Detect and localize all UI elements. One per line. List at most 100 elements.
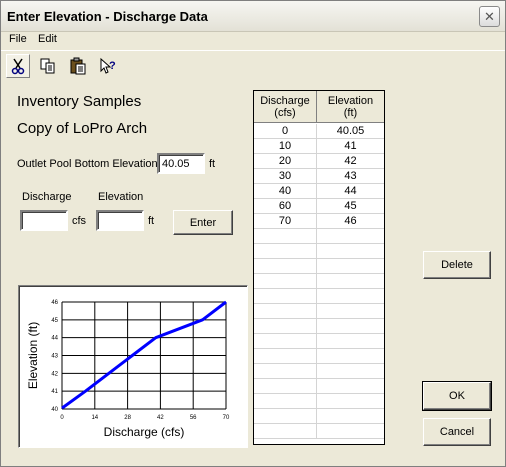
- discharge-cell[interactable]: [254, 379, 317, 394]
- elevation-cell[interactable]: [317, 424, 384, 439]
- discharge-cell[interactable]: [254, 229, 317, 244]
- scissors-icon: [11, 58, 25, 75]
- table-row[interactable]: [254, 244, 384, 259]
- elevation-cell[interactable]: 46: [317, 214, 384, 229]
- table-row[interactable]: 20 42: [254, 154, 384, 169]
- table-row[interactable]: [254, 229, 384, 244]
- discharge-cell[interactable]: [254, 424, 317, 439]
- menu-bar: File Edit: [1, 32, 505, 48]
- elevation-column-header[interactable]: Elevation (ft): [317, 91, 384, 123]
- discharge-cell[interactable]: 20: [254, 154, 317, 169]
- discharge-cell[interactable]: 10: [254, 139, 317, 154]
- discharge-header-title: Discharge: [260, 95, 310, 107]
- elevation-unit: ft: [148, 215, 155, 227]
- discharge-elevation-table[interactable]: Discharge (cfs) Elevation (ft) 0 40.05 10 4…: [253, 90, 385, 445]
- y-tick-label: 43: [51, 354, 58, 360]
- elevation-cell[interactable]: 41: [317, 139, 384, 154]
- elevation-cell[interactable]: [317, 259, 384, 274]
- table-row[interactable]: [254, 334, 384, 349]
- table-row[interactable]: [254, 304, 384, 319]
- elevation-input[interactable]: [96, 210, 144, 231]
- paste-button[interactable]: [66, 54, 90, 78]
- elevation-cell[interactable]: 40.05: [317, 124, 384, 139]
- table-row[interactable]: [254, 364, 384, 379]
- table-header: Discharge (cfs) Elevation (ft): [254, 91, 384, 123]
- discharge-cell[interactable]: [254, 334, 317, 349]
- table-row[interactable]: [254, 259, 384, 274]
- elevation-cell[interactable]: [317, 364, 384, 379]
- discharge-cell[interactable]: 0: [254, 124, 317, 139]
- y-tick-label: 45: [51, 318, 58, 324]
- elevation-cell[interactable]: [317, 394, 384, 409]
- help-icon: ?: [100, 57, 116, 74]
- table-row[interactable]: [254, 274, 384, 289]
- cancel-button[interactable]: Cancel: [423, 418, 491, 446]
- table-row[interactable]: 0 40.05: [254, 124, 384, 139]
- discharge-label: Discharge: [22, 191, 72, 203]
- copy-icon: [40, 58, 55, 74]
- discharge-cell[interactable]: [254, 244, 317, 259]
- elevation-cell[interactable]: [317, 244, 384, 259]
- elevation-cell[interactable]: [317, 319, 384, 334]
- discharge-cell[interactable]: [254, 364, 317, 379]
- table-row[interactable]: [254, 379, 384, 394]
- elevation-cell[interactable]: [317, 409, 384, 424]
- outlet-elevation-label: Outlet Pool Bottom Elevation:: [17, 158, 161, 170]
- title-bar[interactable]: Enter Elevation - Discharge Data ✕: [1, 1, 505, 32]
- discharge-cell[interactable]: 30: [254, 169, 317, 184]
- table-row[interactable]: 40 44: [254, 184, 384, 199]
- ok-button[interactable]: OK: [422, 381, 492, 411]
- discharge-cell[interactable]: [254, 394, 317, 409]
- elevation-cell[interactable]: [317, 289, 384, 304]
- table-row[interactable]: 60 45: [254, 199, 384, 214]
- table-row[interactable]: 10 41: [254, 139, 384, 154]
- table-row[interactable]: 30 43: [254, 169, 384, 184]
- toolbar: ?: [1, 50, 505, 80]
- x-tick-label: 70: [223, 415, 230, 421]
- elevation-cell[interactable]: 45: [317, 199, 384, 214]
- table-row[interactable]: [254, 424, 384, 439]
- paste-icon: [70, 57, 86, 75]
- discharge-unit: cfs: [72, 215, 87, 227]
- menu-file[interactable]: File: [9, 33, 27, 45]
- discharge-cell[interactable]: [254, 259, 317, 274]
- elevation-cell[interactable]: [317, 334, 384, 349]
- table-row[interactable]: [254, 289, 384, 304]
- discharge-cell[interactable]: [254, 289, 317, 304]
- x-tick-label: 56: [190, 415, 197, 421]
- delete-button-label: Delete: [441, 259, 473, 271]
- elevation-cell[interactable]: [317, 229, 384, 244]
- menu-edit[interactable]: Edit: [38, 33, 57, 45]
- x-tick-label: 28: [124, 415, 131, 421]
- cut-button[interactable]: [6, 54, 30, 78]
- discharge-column-header[interactable]: Discharge (cfs): [254, 91, 317, 123]
- outlet-elevation-input[interactable]: [157, 153, 205, 174]
- table-row[interactable]: [254, 349, 384, 364]
- table-row[interactable]: [254, 409, 384, 424]
- elevation-cell[interactable]: 42: [317, 154, 384, 169]
- table-row[interactable]: [254, 394, 384, 409]
- elevation-cell[interactable]: [317, 379, 384, 394]
- elevation-cell[interactable]: 43: [317, 169, 384, 184]
- discharge-cell[interactable]: 60: [254, 199, 317, 214]
- discharge-cell[interactable]: [254, 274, 317, 289]
- table-row[interactable]: [254, 319, 384, 334]
- delete-button[interactable]: Delete: [423, 251, 491, 279]
- discharge-cell[interactable]: [254, 349, 317, 364]
- elevation-cell[interactable]: 44: [317, 184, 384, 199]
- elevation-cell[interactable]: [317, 304, 384, 319]
- context-help-button[interactable]: ?: [96, 54, 120, 78]
- discharge-cell[interactable]: [254, 409, 317, 424]
- discharge-cell[interactable]: [254, 319, 317, 334]
- close-button[interactable]: ✕: [479, 6, 500, 27]
- discharge-cell[interactable]: 40: [254, 184, 317, 199]
- discharge-cell[interactable]: [254, 304, 317, 319]
- copy-button[interactable]: [36, 54, 60, 78]
- elevation-cell[interactable]: [317, 274, 384, 289]
- discharge-input[interactable]: [20, 210, 68, 231]
- table-row[interactable]: 70 46: [254, 214, 384, 229]
- rating-curve-chart: 0 14 28 42 56 70 40 41 42 43 44 45 46 Discharge (cfs)…: [18, 285, 248, 448]
- discharge-cell[interactable]: 70: [254, 214, 317, 229]
- elevation-cell[interactable]: [317, 349, 384, 364]
- enter-button[interactable]: Enter: [173, 210, 233, 235]
